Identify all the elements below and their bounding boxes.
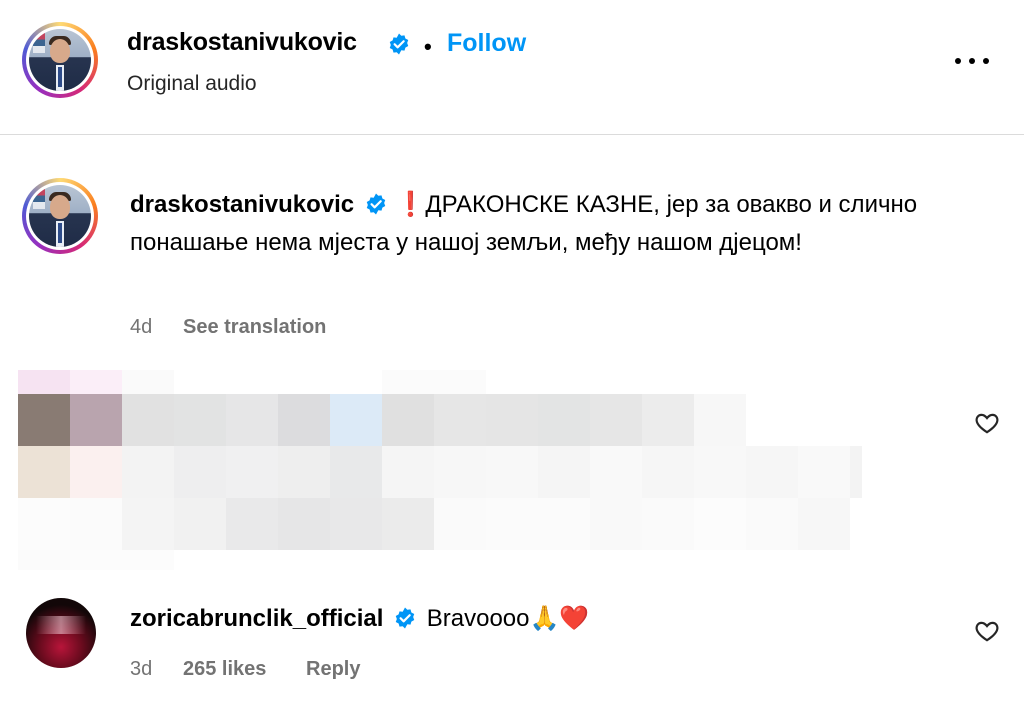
caption-age: 4d	[130, 316, 153, 338]
author-avatar[interactable]	[22, 22, 98, 98]
see-translation-link[interactable]: See translation	[183, 316, 326, 339]
comment-text: Bravoooo	[426, 605, 530, 632]
reply-button[interactable]: Reply	[306, 658, 360, 681]
follow-button[interactable]: Follow	[447, 29, 526, 58]
like-comment-heart-icon[interactable]	[974, 618, 1000, 644]
comment-likes[interactable]: 265 likes	[183, 658, 266, 681]
like-comment-heart-icon[interactable]	[974, 410, 1000, 436]
verified-badge-icon	[389, 33, 409, 55]
audio-label[interactable]: Original audio	[127, 72, 257, 96]
redacted-comment	[18, 370, 898, 570]
verified-badge-icon	[366, 193, 386, 215]
comment: zoricabrunclik_official Bravoooo🙏❤️	[130, 600, 589, 637]
post-caption: draskostanivukovic ❗ДРАКОНСКЕ КАЗНЕ, јер…	[130, 186, 930, 262]
commenter-username[interactable]: zoricabrunclik_official	[130, 605, 383, 632]
more-options-icon[interactable]	[952, 48, 992, 72]
caption-author-avatar[interactable]	[22, 178, 98, 254]
header-separator: •	[424, 34, 432, 59]
verified-badge-icon	[395, 607, 415, 629]
comment-emojis: 🙏❤️	[529, 604, 590, 632]
commenter-avatar[interactable]	[26, 598, 96, 668]
post-header: draskostanivukovic • Follow Original aud…	[0, 0, 1024, 135]
author-username[interactable]: draskostanivukovic	[127, 28, 357, 57]
caption-username[interactable]: draskostanivukovic	[130, 191, 354, 218]
exclamation-icon: ❗	[395, 191, 426, 218]
comment-age: 3d	[130, 658, 153, 680]
